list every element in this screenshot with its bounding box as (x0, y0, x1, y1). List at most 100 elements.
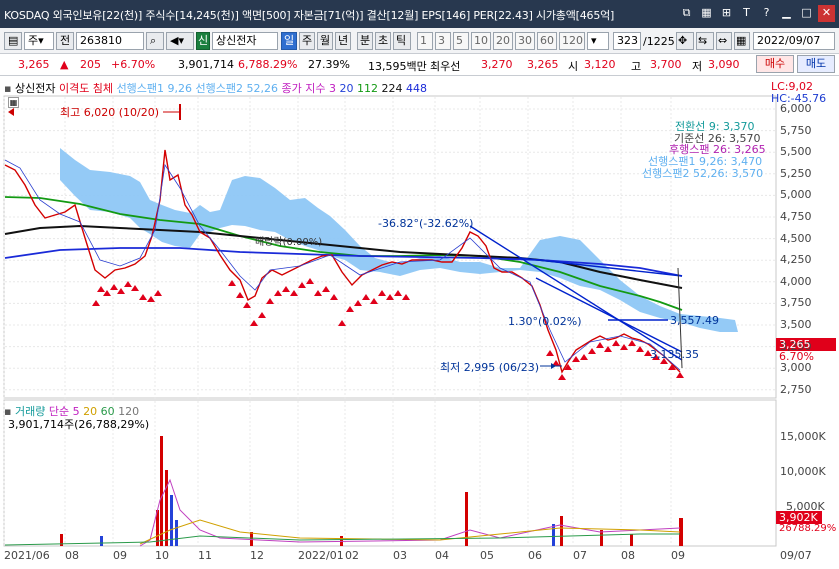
price-axis-label: 5,250 (780, 166, 812, 180)
price-axis-label: 4,750 (780, 210, 812, 223)
price-axis-label: 4,000 (780, 274, 812, 288)
change-percent: +6.70% (111, 58, 156, 71)
legend-ma-112: 112 (356, 82, 378, 95)
date-axis-label: 05 (480, 549, 494, 562)
calendar-icon[interactable]: ▦ (734, 32, 750, 50)
search-icon[interactable]: ⌕ (146, 32, 164, 50)
maximize-icon[interactable]: □ (798, 5, 815, 22)
price-axis-label: 2,750 (780, 382, 812, 396)
grid-toggle-icon[interactable]: ▦ (8, 97, 19, 108)
date-axis-label: 09/07 (780, 549, 812, 562)
price-axis-label: 5,750 (780, 123, 812, 137)
date-axis-label: 2022/01 (298, 549, 344, 562)
legend-icon: ▪ (4, 82, 12, 95)
date-axis-label: 04 (435, 549, 449, 562)
date-field[interactable]: 2022/09/07 (753, 32, 835, 50)
date-axis-label: 06 (528, 549, 542, 562)
high-annotation: 최고 6,020 (10/20) (60, 106, 160, 119)
date-axis-label: 09 (113, 549, 127, 562)
interval-120[interactable]: 120 (559, 32, 585, 50)
ask-price: 3,265 (527, 58, 559, 71)
interval-1[interactable]: 1 (417, 32, 433, 50)
volume-axis-10000: 10,000K (780, 465, 826, 478)
list-icon[interactable]: ▤ (4, 32, 22, 50)
title-bar: KOSDAQ 외국인보유[22(천)] 주식수[14,245(천)] 액면[50… (0, 0, 839, 28)
span2-label: 선행스팬2 52,26: 3,570 (642, 167, 764, 180)
toolbar: ▤ 주▾ 전 263810 ⌕ ◀▾ 신 상신전자 일 주 월 년 분 초 틱 … (0, 28, 839, 54)
close-icon[interactable]: ✕ (818, 5, 835, 22)
zoom-icon[interactable]: ✥ (676, 32, 694, 50)
trade-amount: 13,595백만 (368, 60, 427, 73)
page-total: /1225 (643, 35, 675, 48)
trend-angle-label: -36.82°(-32.62%) (378, 217, 474, 230)
legend-span2: 선행스팬2 52,26 (195, 82, 278, 95)
volume-value: 3,901,714주(26,788,29%) (8, 418, 150, 431)
sound-icon[interactable]: ◀▾ (166, 32, 194, 50)
sell-button[interactable]: 매도 (797, 55, 835, 73)
tab-week[interactable]: 주 (299, 32, 315, 50)
help-icon[interactable]: ? (758, 5, 775, 22)
low-price: 3,090 (708, 58, 740, 71)
page-count-input[interactable]: 323 (613, 32, 641, 50)
tile-icon[interactable]: ⊞ (718, 5, 735, 22)
legend-divergence: 이격도 침체 (58, 82, 114, 95)
stock-name-field[interactable]: 상신전자 (212, 32, 278, 50)
code-input[interactable]: 263810 (76, 32, 144, 50)
interval-30[interactable]: 30 (515, 32, 535, 50)
tab-second[interactable]: 초 (375, 32, 391, 50)
turnover: 27.39% (308, 58, 350, 71)
interval-60[interactable]: 60 (537, 32, 557, 50)
tab-year[interactable]: 년 (335, 32, 351, 50)
interval-10[interactable]: 10 (471, 32, 491, 50)
date-axis-label: 08 (65, 549, 79, 562)
date-axis-label: 11 (198, 549, 212, 562)
date-axis-label: 12 (250, 549, 264, 562)
trend-price-label: 3,557.49 (670, 314, 719, 327)
open-price: 3,120 (584, 58, 616, 71)
interval-3[interactable]: 3 (435, 32, 451, 50)
grid-icon[interactable]: ▦ (698, 5, 715, 22)
price-axis-label: 3,750 (780, 296, 812, 310)
compress-icon[interactable]: ⇆ (696, 32, 714, 50)
low-label: 저 (692, 60, 703, 73)
price-axis-label: 4,250 (780, 253, 812, 267)
tab-tick[interactable]: 틱 (393, 32, 411, 50)
date-axis-label: 08 (621, 549, 635, 562)
price-axis-label: 6,000 (780, 102, 812, 115)
interval-5[interactable]: 5 (453, 32, 469, 50)
current-price: 3,265 (18, 58, 50, 71)
legend-stock-name: 상신전자 (14, 82, 56, 95)
minimize-icon[interactable]: ▁ (778, 5, 795, 22)
volume-tag-percent: 26788.29% (779, 523, 837, 534)
tab-month[interactable]: 월 (317, 32, 333, 50)
window-title: KOSDAQ 외국인보유[22(천)] 주식수[14,245(천)] 액면[50… (4, 9, 615, 22)
price-axis-label: 3,500 (780, 318, 812, 331)
legend-ma-448: 448 (405, 82, 427, 95)
buy-button[interactable]: 매수 (756, 55, 794, 73)
volume-axis-15000: 15,000K (780, 430, 826, 443)
prefix-button[interactable]: 전 (56, 32, 74, 50)
legend-ma-224: 224 (381, 82, 403, 95)
interval-dropdown[interactable]: ▾ (587, 32, 609, 50)
date-axis-label: 02 (345, 549, 359, 562)
price-tag-percent: 6.70% (779, 350, 814, 363)
low-annotation: 최저 2,995 (06/23) (440, 361, 540, 374)
legend-span1: 선행스팬1 9,26 (116, 82, 193, 95)
tab-day[interactable]: 일 (281, 32, 297, 50)
high-price: 3,700 (650, 58, 682, 71)
open-label: 시 (568, 60, 579, 73)
price-axis-label: 4,500 (780, 231, 812, 245)
price-axis-label: 3,000 (780, 361, 812, 375)
pin-icon[interactable]: T (738, 5, 755, 22)
date-axis-label: 2021/06 (4, 549, 50, 562)
align-icon[interactable]: ⇔ (716, 32, 732, 50)
link-icon[interactable]: ⧉ (678, 5, 695, 22)
volume-percent: 6,788.29% (238, 58, 298, 71)
market-label: 주 (28, 34, 39, 47)
quote-bar: 3,265 ▲ 205 +6.70% 3,901,714 6,788.29% 2… (0, 54, 839, 76)
date-axis-label: 07 (573, 549, 587, 562)
price-axis-label: 5,500 (780, 145, 812, 159)
tab-minute[interactable]: 분 (357, 32, 373, 50)
interval-20[interactable]: 20 (493, 32, 513, 50)
market-select[interactable]: 주▾ (24, 32, 54, 50)
